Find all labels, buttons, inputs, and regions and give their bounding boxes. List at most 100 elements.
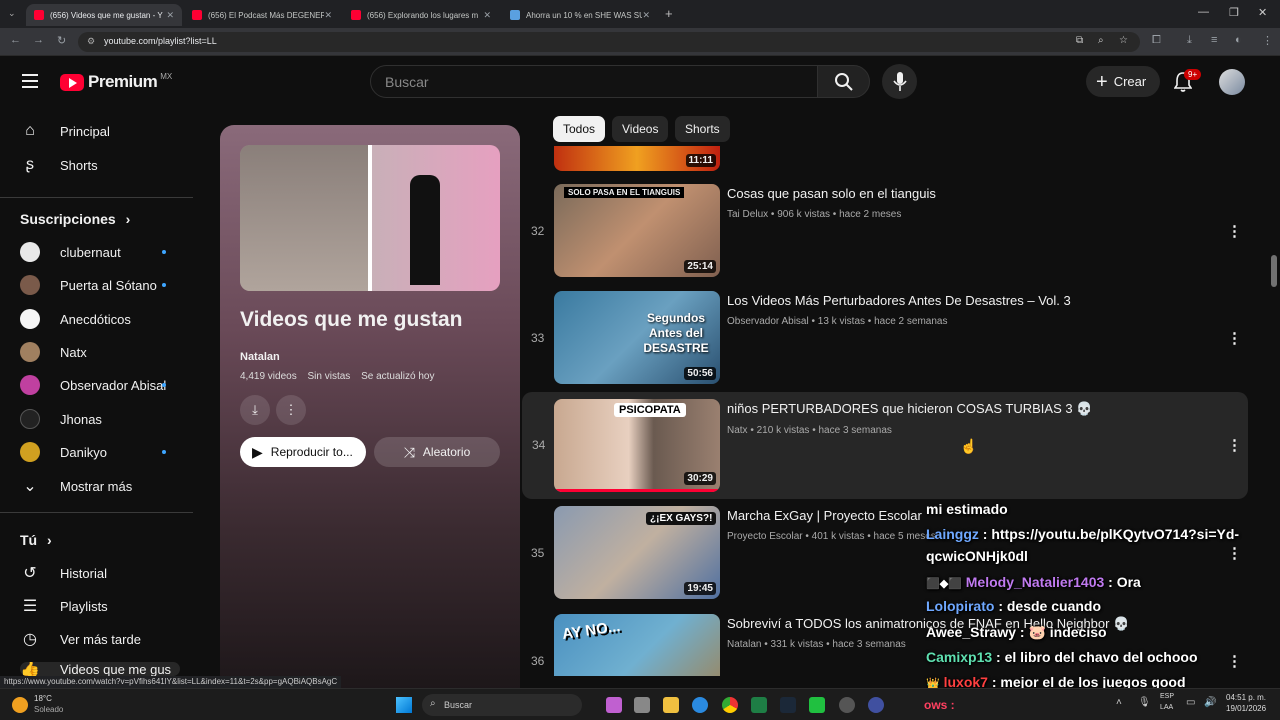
clock-date[interactable]: 19/01/2026 <box>1226 704 1266 713</box>
account-avatar[interactable] <box>1219 69 1245 95</box>
video-title[interactable]: niños PERTURBADORES que hicieron COSAS T… <box>727 401 1092 417</box>
forward-icon[interactable]: → <box>33 34 44 46</box>
more-options-button[interactable]: ⋮ <box>276 395 306 425</box>
search-input[interactable]: Buscar <box>370 65 818 98</box>
restore-icon[interactable]: ❐ <box>1229 6 1239 19</box>
sidebar-item-videos-que-me-gustan[interactable]: 👍 Videos que me gus <box>20 662 180 676</box>
sidebar-item-principal[interactable]: ⌂ Principal <box>20 121 180 141</box>
zoom-icon[interactable]: ⌕ <box>1098 35 1104 46</box>
new-tab-button[interactable]: + <box>665 6 673 21</box>
channel-name[interactable]: Natx <box>727 425 748 436</box>
video-title[interactable]: Los Videos Más Perturbadores Antes De De… <box>727 293 1071 308</box>
excel-icon[interactable] <box>751 697 767 713</box>
download-icon[interactable]: ⤓ <box>1187 34 1192 47</box>
file-explorer-icon[interactable] <box>663 697 679 713</box>
clock-time[interactable]: 04:51 p. m. <box>1226 693 1266 702</box>
sidebar-item-natx[interactable]: Natx <box>20 342 180 362</box>
you-header[interactable]: Tú › <box>20 532 52 548</box>
discord-icon[interactable] <box>868 697 884 713</box>
app-icon[interactable] <box>839 697 855 713</box>
channel-name[interactable]: Proyecto Escolar <box>727 531 803 542</box>
copilot-icon[interactable] <box>606 697 622 713</box>
close-tab-icon[interactable]: ✕ <box>483 10 491 21</box>
video-row[interactable]: 35 ¿¡EX GAYS?! 19:45 Marcha ExGay | Proy… <box>524 506 1250 606</box>
sidebar-item-historial[interactable]: ↺ Historial <box>20 563 180 583</box>
video-row[interactable]: 33 Segundos Antes del DESASTRE 50:56 Los… <box>524 291 1250 391</box>
video-thumbnail[interactable]: PSICOPATA 30:29 <box>554 399 720 492</box>
close-tab-icon[interactable]: ✕ <box>166 10 174 21</box>
chrome-icon[interactable] <box>722 697 738 713</box>
channel-name[interactable]: Observador Abisal <box>727 316 809 327</box>
reload-icon[interactable]: ↻ <box>57 34 66 47</box>
video-row[interactable]: 32 SOLO PASA EN EL TIANGUIS 25:14 Cosas … <box>524 184 1250 284</box>
close-tab-icon[interactable]: ✕ <box>324 10 332 21</box>
playlist-thumbnail[interactable] <box>240 145 500 291</box>
volume-icon[interactable]: 🔊 <box>1204 697 1216 708</box>
video-thumbnail[interactable]: Segundos Antes del DESASTRE 50:56 <box>554 291 720 384</box>
more-vert-icon[interactable]: ⋮ <box>1227 329 1242 347</box>
channel-name[interactable]: Natalan <box>727 639 761 650</box>
windows-start-icon[interactable] <box>396 697 412 713</box>
media-icon[interactable]: ≡ <box>1211 34 1217 46</box>
tab-search-icon[interactable]: ⌄ <box>8 8 16 19</box>
video-row[interactable]: 11:11 <box>524 146 1250 171</box>
extensions-icon[interactable]: ⧠ <box>1152 34 1161 47</box>
search-button[interactable] <box>817 65 870 98</box>
steam-icon[interactable] <box>780 697 796 713</box>
channel-name[interactable]: Tai Delux <box>727 209 768 220</box>
hamburger-menu-icon[interactable] <box>22 74 38 92</box>
chip-todos[interactable]: Todos <box>553 116 606 142</box>
create-button[interactable]: + Crear <box>1086 66 1160 97</box>
voice-search-button[interactable] <box>882 64 917 99</box>
menu-dots-icon[interactable]: ⋮ <box>1262 34 1273 47</box>
mic-tray-icon[interactable]: 🎙 <box>1138 697 1151 708</box>
tab-videos-que-me-gustan[interactable]: (656) Videos que me gustan - Y ✕ <box>26 4 182 26</box>
sidebar-item-clubernaut[interactable]: clubernaut <box>20 242 180 262</box>
close-tab-icon[interactable]: ✕ <box>642 10 650 21</box>
download-button[interactable]: ⤓ <box>240 395 270 425</box>
video-thumbnail[interactable]: SOLO PASA EN EL TIANGUIS 25:14 <box>554 184 720 277</box>
video-thumbnail[interactable]: 11:11 <box>554 146 720 171</box>
video-row[interactable]: 36 AY NO... Sobreviví a TODOS los animat… <box>524 614 1250 676</box>
weather-temp[interactable]: 18°C <box>34 694 52 703</box>
install-icon[interactable]: ⧉ <box>1076 35 1083 46</box>
more-vert-icon[interactable]: ⋮ <box>1227 436 1242 454</box>
minimize-icon[interactable]: — <box>1198 6 1209 18</box>
video-thumbnail[interactable]: ¿¡EX GAYS?! 19:45 <box>554 506 720 599</box>
subscriptions-header[interactable]: Suscripciones › <box>20 211 130 227</box>
more-vert-icon[interactable]: ⋮ <box>1227 544 1242 562</box>
tray-chevron-icon[interactable]: ˄ <box>1116 697 1122 708</box>
video-thumbnail[interactable]: AY NO... <box>554 614 720 676</box>
play-all-button[interactable]: ▶ Reproducir to... <box>240 437 366 467</box>
profile-icon[interactable]: ◐ <box>1235 34 1242 46</box>
bookmark-star-icon[interactable]: ☆ <box>1119 35 1128 46</box>
keyboard-layout[interactable]: LAA <box>1160 704 1173 711</box>
taskbar-search[interactable]: ⌕ Buscar <box>422 694 582 716</box>
site-info-icon[interactable]: ⚙ <box>87 36 95 47</box>
sidebar-item-playlists[interactable]: ☰ Playlists <box>20 596 180 616</box>
sidebar-item-anecdoticos[interactable]: Anecdóticos <box>20 309 180 329</box>
back-icon[interactable]: ← <box>10 34 21 46</box>
network-icon[interactable]: ▭ <box>1186 697 1195 708</box>
address-bar[interactable]: ⚙ youtube.com/playlist?list=LL ⧉ ⌕ ☆ <box>78 32 1140 52</box>
sidebar-item-danikyo[interactable]: Danikyo <box>20 442 180 462</box>
youtube-premium-logo[interactable]: Premium MX <box>60 72 172 92</box>
shuffle-button[interactable]: ⤨ Aleatorio <box>374 437 500 467</box>
more-vert-icon[interactable]: ⋮ <box>1227 222 1242 240</box>
sidebar-item-observador-abisal[interactable]: Observador Abisal <box>20 375 180 395</box>
more-vert-icon[interactable]: ⋮ <box>1227 652 1242 670</box>
sidebar-item-puerta-al-sotano[interactable]: Puerta al Sótano <box>20 275 180 295</box>
chip-shorts[interactable]: Shorts <box>675 116 730 142</box>
page-scrollbar-thumb[interactable] <box>1271 255 1277 287</box>
weather-desc[interactable]: Soleado <box>34 705 63 714</box>
sidebar-item-jhonas[interactable]: Jhonas <box>20 409 180 429</box>
tab-ahorra[interactable]: Ahorra un 10 % en SHE WAS SU ✕ <box>502 4 658 26</box>
video-row-hovered[interactable]: 34 PSICOPATA 30:29 niños PERTURBADORES q… <box>522 392 1248 499</box>
store-icon[interactable] <box>634 697 650 713</box>
sidebar-item-ver-mas-tarde[interactable]: ◷ Ver más tarde <box>20 629 180 649</box>
playlist-owner[interactable]: Natalan <box>240 351 280 363</box>
tab-podcast[interactable]: (656) El Podcast Más DEGENER ✕ <box>184 4 340 26</box>
edge-icon[interactable] <box>692 697 708 713</box>
close-window-icon[interactable]: ✕ <box>1258 6 1267 19</box>
tab-explorando[interactable]: (656) Explorando los lugares m ✕ <box>343 4 499 26</box>
